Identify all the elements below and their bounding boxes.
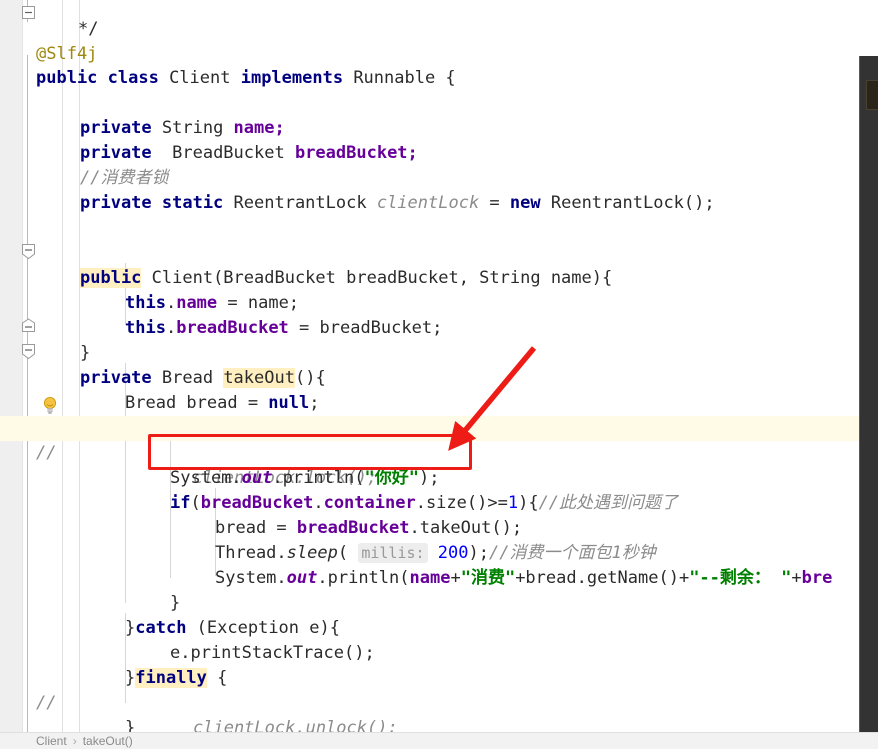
right-dark-panel-item[interactable] [866, 80, 878, 110]
token-keyword: implements [240, 68, 354, 88]
code-line[interactable]: //消费者锁 [0, 141, 878, 188]
code-line[interactable]: @Slf4j [0, 17, 878, 64]
token-type: Runnable { [353, 68, 456, 88]
code-editor[interactable]: */ @Slf4j public class Client implements… [0, 0, 878, 749]
token-keyword: public class [36, 68, 170, 88]
code-line[interactable]: } [0, 691, 878, 738]
breadcrumb[interactable]: Client › takeOut() [0, 732, 878, 749]
code-line[interactable]: e.printStackTrace(); [0, 616, 878, 663]
code-line[interactable]: Thread.sleep( millis: 200);//消费一个面包1秒钟 [0, 516, 878, 563]
right-dark-panel[interactable] [859, 56, 878, 737]
code-line[interactable]: try{ [0, 391, 878, 438]
token-type: ReentrantLock(); [550, 193, 715, 213]
code-line[interactable]: Bread bread = null; [0, 366, 878, 413]
code-line[interactable]: public class Client implements Runnable … [0, 41, 878, 88]
breadcrumb-item-class[interactable]: Client [36, 734, 67, 748]
code-line[interactable]: if(breadBucket.container.size()>=1){//此处… [0, 466, 878, 513]
code-line[interactable]: this.breadBucket = breadBucket; [0, 291, 878, 338]
code-line[interactable]: } [0, 316, 878, 363]
token-type: Client [169, 68, 241, 88]
code-line[interactable]: private Bread takeOut(){ [0, 341, 878, 388]
code-line-highlighted[interactable]: System.out.println("你好"); [0, 441, 878, 488]
token-type: ReentrantLock [233, 193, 377, 213]
code-line[interactable]: public Client(BreadBucket breadBucket, S… [0, 241, 878, 288]
code-line[interactable]: private BreadBucket breadBucket; [0, 116, 878, 163]
code-line[interactable]: System.out.println(name+"消费"+bread.getNa… [0, 541, 878, 588]
code-line-caret[interactable]: // clientLock.lock(); [0, 416, 878, 488]
token-keyword: new [509, 193, 551, 213]
breadcrumb-item-method[interactable]: takeOut() [83, 734, 133, 748]
code-text: private static ReentrantLock clientLock … [80, 191, 715, 216]
code-line[interactable]: // clientLock.unlock(); [0, 666, 878, 738]
code-line[interactable]: }catch (Exception e){ [0, 591, 878, 638]
code-line[interactable]: }finally { [0, 641, 878, 688]
code-line[interactable]: bread = breadBucket.takeOut(); [0, 491, 878, 538]
code-line[interactable]: private static ReentrantLock clientLock … [0, 166, 878, 213]
code-line[interactable]: this.name = name; [0, 266, 878, 313]
token-keyword: private static [80, 193, 234, 213]
code-line[interactable]: } [0, 566, 878, 613]
code-content[interactable]: */ @Slf4j public class Client implements… [0, 0, 878, 749]
code-line[interactable]: private String name; [0, 91, 878, 138]
token-static-field: clientLock [376, 193, 480, 213]
breadcrumb-separator: › [72, 734, 77, 748]
code-text: public class Client implements Runnable … [36, 66, 456, 91]
token-operator: = [479, 193, 510, 213]
code-line[interactable]: */ [0, 0, 878, 39]
